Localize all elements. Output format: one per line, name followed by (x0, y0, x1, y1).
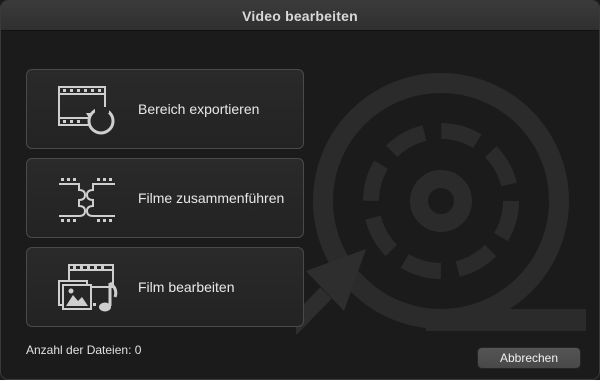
file-count-label: Anzahl der Dateien: 0 (26, 343, 142, 357)
film-photo-music-icon (58, 264, 118, 312)
cancel-button[interactable]: Abbrechen (477, 347, 581, 369)
film-reel-watermark-icon (296, 73, 586, 335)
video-edit-dialog: Video bearbeiten Bereich exportieren Fil… (0, 0, 600, 380)
film-rotate-icon (58, 86, 115, 135)
edit-movie-button[interactable]: Film bearbeiten (26, 247, 304, 327)
title-bar[interactable]: Video bearbeiten (1, 1, 599, 31)
action-label: Bereich exportieren (138, 101, 260, 117)
film-puzzle-icon (59, 178, 115, 222)
action-label: Filme zusammenführen (138, 190, 285, 206)
export-range-button[interactable]: Bereich exportieren (26, 69, 304, 149)
action-label: Film bearbeiten (138, 279, 235, 295)
dialog-title: Video bearbeiten (242, 7, 358, 24)
merge-movies-button[interactable]: Filme zusammenführen (26, 158, 304, 238)
